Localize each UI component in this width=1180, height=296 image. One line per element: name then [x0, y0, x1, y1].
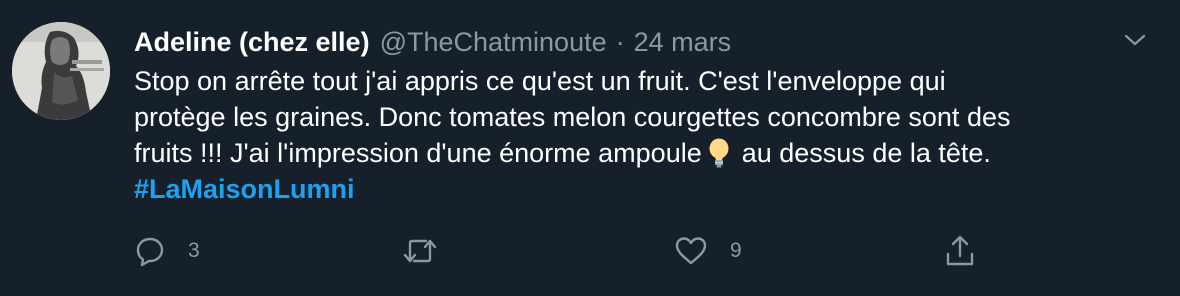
reply-button[interactable]: 3: [134, 233, 200, 269]
chevron-down-icon[interactable]: [1122, 30, 1148, 50]
tweet-text: Stop on arrête tout j'ai appris ce qu'es…: [134, 63, 1164, 207]
separator-dot: ·: [615, 26, 625, 57]
reply-count: 3: [188, 239, 200, 262]
hashtag-link[interactable]: #LaMaisonLumni: [134, 174, 355, 204]
tweet-date[interactable]: 24 mars: [634, 27, 732, 58]
reply-icon: [136, 237, 164, 267]
tweet-text-line: protège les graines. Donc tomates melon …: [134, 102, 1011, 132]
retweet-button[interactable]: [402, 233, 438, 269]
share-button[interactable]: [944, 233, 976, 269]
avatar[interactable]: [12, 22, 110, 120]
like-count: 9: [730, 239, 742, 262]
tweet-text-segment: fruits !!! J'ai l'impression d'une énorm…: [134, 138, 702, 168]
tweet-actions: 3 9: [134, 233, 1174, 269]
tweet-header: Adeline (chez elle) @TheChatminoute · 24…: [134, 24, 731, 60]
tweet-text-line: Stop on arrête tout j'ai appris ce qu'es…: [134, 66, 946, 96]
like-button[interactable]: 9: [674, 233, 742, 269]
share-icon: [946, 235, 974, 266]
tweet-text-segment: au dessus de la tête.: [741, 138, 991, 168]
user-handle[interactable]: @TheChatminoute: [380, 27, 607, 58]
heart-icon: [675, 237, 707, 265]
display-name[interactable]: Adeline (chez elle): [134, 27, 370, 58]
tweet[interactable]: Adeline (chez elle) @TheChatminoute · 24…: [0, 0, 1180, 296]
lightbulb-emoji-icon: [708, 138, 730, 168]
retweet-icon: [403, 239, 437, 263]
tweet-text-line: fruits !!! J'ai l'impression d'une énorm…: [134, 135, 1164, 171]
